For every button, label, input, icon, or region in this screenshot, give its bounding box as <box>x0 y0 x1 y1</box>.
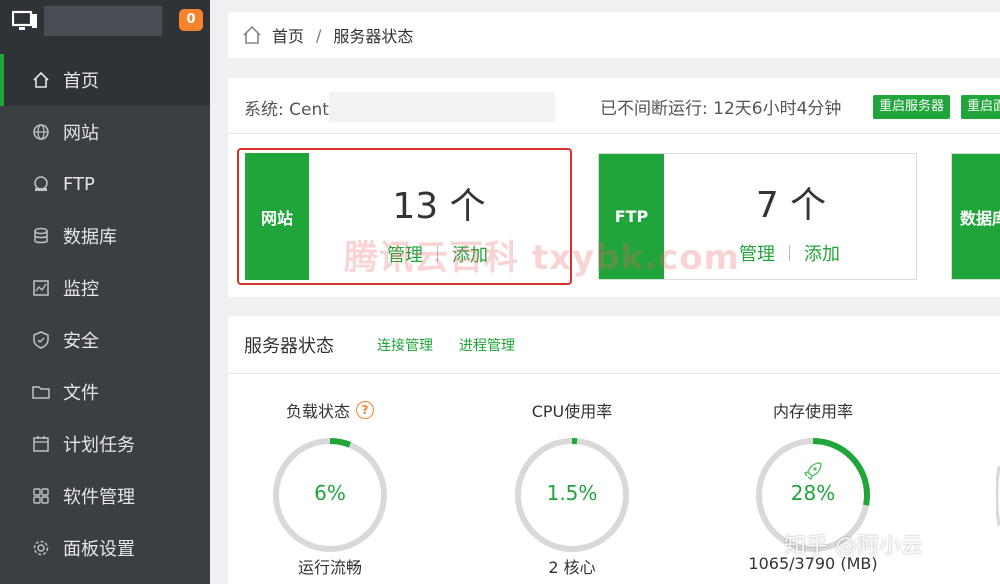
ftp-manage-link[interactable]: 管理 <box>739 240 775 266</box>
restart-server-button[interactable]: 重启服务器 <box>873 95 951 119</box>
divider <box>228 373 1000 374</box>
sidebar-item-website[interactable]: 网站 <box>0 106 210 158</box>
process-manage-link[interactable]: 进程管理 <box>459 335 515 355</box>
ftp-links: 管理 添加 <box>739 240 840 266</box>
load-gauge-title: 负载状态 ? <box>265 400 395 421</box>
sidebar-item-label: 文件 <box>63 383 99 404</box>
database-card: 数据库 <box>951 153 1000 280</box>
connection-manage-link[interactable]: 连接管理 <box>377 335 433 355</box>
home-icon[interactable] <box>242 25 262 45</box>
uptime-text: 已不间断运行: 12天6小时4分钟 <box>600 99 842 119</box>
divider <box>228 133 1000 134</box>
ftp-count: 7 个 <box>755 185 827 226</box>
hostname-masked <box>44 6 162 36</box>
load-value: 6% <box>314 481 346 505</box>
restart-panel-button[interactable]: 重启面 <box>961 95 1000 119</box>
sidebar-item-ftp[interactable]: FTP <box>0 158 210 210</box>
memory-value: 28% <box>790 481 836 505</box>
sidebar-item-software[interactable]: 软件管理 <box>0 470 210 522</box>
sidebar-item-label: 监控 <box>63 279 99 300</box>
monitor-icon <box>12 10 37 30</box>
sidebar-item-label: FTP <box>63 173 95 195</box>
sidebar-item-label: 网站 <box>63 123 99 144</box>
sidebar-item-database[interactable]: 数据库 <box>0 210 210 262</box>
calendar-icon <box>32 435 50 453</box>
sidebar-item-cron[interactable]: 计划任务 <box>0 418 210 470</box>
system-name-masked <box>328 92 555 122</box>
sidebar-item-label: 计划任务 <box>63 435 135 456</box>
corner-watermark: 知乎 @阿小云 <box>784 534 923 559</box>
cpu-gauge-title: CPU使用率 <box>531 402 613 421</box>
status-title: 服务器状态 <box>244 336 334 357</box>
sidebar-item-label: 软件管理 <box>63 487 135 508</box>
database-tag: 数据库 <box>952 154 1000 279</box>
website-count: 13 个 <box>392 186 486 227</box>
breadcrumb-home[interactable]: 首页 <box>272 23 304 47</box>
sidebar-item-files[interactable]: 文件 <box>0 366 210 418</box>
sidebar-item-home[interactable]: 首页 <box>0 54 210 106</box>
sidebar-item-security[interactable]: 安全 <box>0 314 210 366</box>
folder-icon <box>32 383 50 401</box>
system-info: 系统: Cent <box>244 92 555 122</box>
sidebar-item-label: 首页 <box>63 71 99 92</box>
home-icon <box>32 71 50 89</box>
breadcrumb-separator: / <box>316 25 322 45</box>
sidebar-item-monitor[interactable]: 监控 <box>0 262 210 314</box>
partial-gauge-edge <box>996 466 1000 526</box>
breadcrumb-current: 服务器状态 <box>333 27 414 46</box>
memory-gauge-title: 内存使用率 <box>772 402 853 421</box>
system-label: 系统: Cent <box>244 99 329 120</box>
globe-icon <box>32 123 50 141</box>
sidebar-header: 0 <box>0 0 210 54</box>
cpu-gauge[interactable]: CPU使用率 1.5% 2 核心 <box>507 400 637 577</box>
gauge-title: 负载状态 <box>285 402 350 421</box>
sidebar: 0 首页 网站 FTP 数据库 监控 安全 文件 计划任务 软件管理 面板设置 <box>0 0 210 584</box>
load-sub: 运行流畅 <box>297 558 362 577</box>
grid-icon <box>32 487 50 505</box>
sidebar-item-label: 面板设置 <box>63 539 135 560</box>
sidebar-item-settings[interactable]: 面板设置 <box>0 522 210 574</box>
help-icon[interactable]: ? <box>356 401 374 419</box>
ftp-icon <box>32 175 50 193</box>
load-gauge[interactable]: 负载状态 ? 6% 运行流畅 <box>265 400 395 577</box>
memory-gauge[interactable]: 内存使用率 28% 1065/3790 (MB) <box>748 400 878 573</box>
cpu-sub: 2 核心 <box>548 558 596 577</box>
notification-badge[interactable]: 0 <box>179 9 203 31</box>
sidebar-item-label: 安全 <box>63 331 99 352</box>
rocket-icon[interactable] <box>802 460 824 482</box>
ftp-add-link[interactable]: 添加 <box>804 240 840 266</box>
watermark: 腾讯云百科 txybk.com <box>344 238 740 278</box>
website-tag: 网站 <box>245 153 309 280</box>
breadcrumb: 首页 / 服务器状态 <box>228 12 1000 58</box>
gear-icon <box>32 539 50 557</box>
cpu-value: 1.5% <box>546 481 598 505</box>
database-icon <box>32 227 50 245</box>
shield-icon <box>32 331 50 349</box>
link-divider <box>789 245 790 261</box>
monitor-icon <box>32 279 50 297</box>
sidebar-item-label: 数据库 <box>63 227 117 248</box>
